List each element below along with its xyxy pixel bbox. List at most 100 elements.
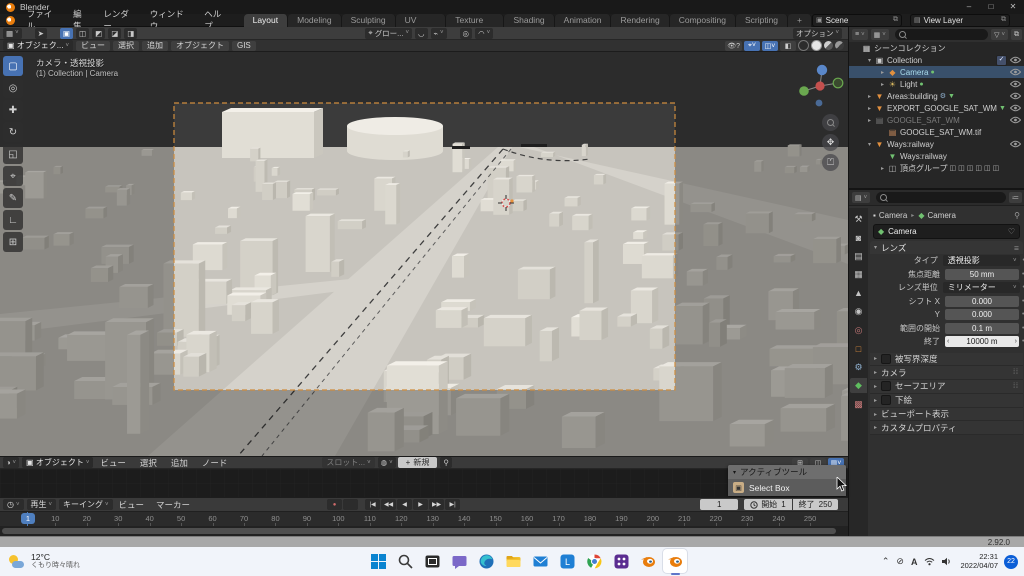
expand-arrow-icon[interactable]: ▸ (865, 105, 874, 112)
keying-dropdown[interactable]: キーイング˅ (59, 499, 113, 510)
blender-menu-icon[interactable] (6, 16, 15, 25)
section-被写界深度[interactable]: ▸ 被写界深度 (870, 353, 1023, 367)
new-material-button[interactable]: +新規 (398, 457, 438, 468)
xray-toggle[interactable]: ◧ (780, 41, 796, 51)
taskbar-icon-photos[interactable] (420, 549, 444, 573)
playback-jump-start-button[interactable]: |◀ (365, 499, 380, 510)
camera-view-icon[interactable]: ⏍ (822, 154, 839, 171)
scene-selector[interactable]: ▣ Scene ⧉ (812, 14, 902, 27)
fake-user-icon[interactable]: ♡ (1008, 227, 1015, 236)
taskbar-icon-mail[interactable] (528, 549, 552, 573)
expand-arrow-icon[interactable]: ▸ (878, 81, 887, 88)
slot-dropdown[interactable]: スロット...˅ (322, 457, 374, 468)
viewport-menu-item[interactable]: 追加 (142, 41, 168, 51)
workspace-tab-texture-paint[interactable]: Texture Paint (446, 14, 504, 27)
move-tool-icon[interactable]: ✚ (3, 100, 23, 120)
viewport-menu-item[interactable]: 選択 (113, 41, 139, 51)
shader-menu-item[interactable]: ビュー (93, 457, 133, 469)
property-value-field[interactable]: 0.000 (945, 309, 1019, 320)
taskbar-icon-chat[interactable] (447, 549, 471, 573)
cursor-tool-icon[interactable]: ◎ (3, 78, 23, 98)
weather-widget[interactable]: 12°C くもり時々晴れ (8, 553, 80, 571)
notification-badge[interactable]: 22 (1004, 555, 1018, 569)
taskbar-icon-blender[interactable] (636, 549, 660, 573)
shader-editor-canvas[interactable] (0, 469, 848, 497)
pin-icon[interactable]: ⚲ (1014, 211, 1020, 220)
add-workspace-tab[interactable]: + (788, 14, 812, 27)
taskbar-icon-chrome[interactable] (582, 549, 606, 573)
outliner-row[interactable]: ▸☀Light● (849, 78, 1024, 90)
expand-arrow-icon[interactable]: ▾ (865, 141, 874, 148)
properties-tab-modifiers[interactable]: ⚙ (850, 360, 867, 375)
close-button[interactable]: ✕ (1002, 0, 1024, 14)
playback-jump-end-button[interactable]: ▶| (445, 499, 460, 510)
outliner-row[interactable]: ▸◫頂点グループ◫◫◫◫◫◫ (849, 162, 1024, 174)
keying-set-button[interactable] (343, 499, 358, 510)
options-dropdown[interactable]: オプション˅ (793, 28, 842, 39)
view-layer-selector[interactable]: ▤ View Layer ⧉ (910, 14, 1010, 27)
visibility-eye-icon[interactable] (1010, 80, 1021, 88)
collection-checkbox-icon[interactable]: ✓ (996, 55, 1007, 66)
breadcrumb-data[interactable]: Camera (927, 211, 955, 220)
section-カメラ[interactable]: ▸ カメラ⁞⁞ (870, 366, 1023, 380)
visibility-eye-icon[interactable] (1010, 92, 1021, 100)
overlays-dropdown[interactable]: ◫˅ (762, 41, 778, 51)
expand-arrow-icon[interactable]: ▸ (874, 355, 877, 362)
viewport-menu-item[interactable]: GIS (232, 41, 256, 51)
section-menu-icon[interactable]: ⁞⁞ (1013, 369, 1019, 376)
mode-dropdown[interactable]: ▣ オブジェク...˅ (3, 40, 73, 51)
outliner-row[interactable]: ▾▼Ways:railway (849, 138, 1024, 150)
current-frame-field[interactable]: 1 (700, 499, 738, 510)
properties-tab-texture[interactable]: ▩ (850, 397, 867, 412)
workspace-tab-layout[interactable]: Layout (244, 14, 289, 27)
outliner-row[interactable]: ▸◆Camera● (849, 66, 1024, 78)
expand-arrow-icon[interactable]: ▸ (878, 165, 887, 172)
selection-mode-new[interactable]: ▣ (60, 28, 73, 39)
clock-widget[interactable]: 22:31 2022/04/07 (960, 553, 998, 570)
properties-filter-button[interactable]: ≔ (1009, 192, 1022, 203)
selection-mode-invert[interactable]: ◪ (108, 28, 121, 39)
property-value-field[interactable]: 0.1 m (945, 323, 1019, 334)
properties-tab-tool[interactable]: ⚒ (850, 212, 867, 227)
outliner-row[interactable]: ▦シーンコレクション (849, 42, 1024, 54)
pin-toggle[interactable]: ⚲ (440, 457, 452, 468)
scale-tool-icon[interactable]: ◱ (3, 144, 23, 164)
outliner-row[interactable]: ▤GOOGLE_SAT_WM.tif (849, 126, 1024, 138)
shading-solid-icon[interactable] (811, 40, 822, 51)
timeline-scrollbar[interactable] (0, 526, 848, 536)
shader-menu-item[interactable]: 選択 (133, 457, 164, 469)
visibility-eye-icon[interactable] (1010, 104, 1021, 112)
section-下絵[interactable]: ▸ 下絵 (870, 394, 1023, 408)
taskbar-icon-grid-app[interactable] (609, 549, 633, 573)
select-box-tool-icon[interactable]: ▢ (3, 56, 23, 76)
measure-tool-icon[interactable]: ∟ (3, 210, 23, 230)
new-collection-button[interactable]: ⧉ (1011, 29, 1022, 40)
viewport-menu-item[interactable]: オブジェクト (171, 41, 229, 51)
section-カスタムプロパティ[interactable]: ▸ カスタムプロパティ (870, 421, 1023, 435)
section-ビューポート表示[interactable]: ▸ ビューポート表示 (870, 408, 1023, 422)
workspace-tab-uv-editing[interactable]: UV Editing (396, 14, 447, 27)
workspace-tab-modeling[interactable]: Modeling (288, 14, 342, 27)
viewport-menu-item[interactable]: ビュー (76, 41, 110, 51)
taskbar-icon-edge[interactable] (474, 549, 498, 573)
playback-play-reverse-button[interactable]: ◀ (397, 499, 412, 510)
outliner-search-input[interactable] (895, 29, 988, 40)
playback-play-button[interactable]: ▶ (413, 499, 428, 510)
active-tool-icon[interactable]: ➤ (35, 28, 47, 39)
outliner-row[interactable]: ▾▣Collection✓ (849, 54, 1024, 66)
taskbar-icon-line[interactable]: L (555, 549, 579, 573)
expand-arrow-icon[interactable]: ▸ (878, 69, 887, 76)
workspace-tab-animation[interactable]: Animation (555, 14, 612, 27)
tray-chevron-icon[interactable]: ⌃ (882, 556, 890, 567)
property-value-field[interactable]: ‹10000 m› (945, 336, 1019, 347)
visibility-eye-icon[interactable] (1010, 116, 1021, 124)
selection-mode-intersect[interactable]: ◨ (124, 28, 137, 39)
snap-toggle[interactable]: ◡ (415, 28, 428, 39)
taskbar-icon-start[interactable] (366, 549, 390, 573)
timeline-menu-item[interactable]: ビュー (113, 499, 151, 511)
properties-search-input[interactable] (876, 192, 1006, 203)
taskbar-icon-blender-active[interactable] (663, 549, 687, 573)
playback-next-keyframe-button[interactable]: ▶▶ (429, 499, 444, 510)
rotate-tool-icon[interactable]: ↻ (3, 122, 23, 142)
scene-canvas[interactable] (0, 52, 848, 456)
